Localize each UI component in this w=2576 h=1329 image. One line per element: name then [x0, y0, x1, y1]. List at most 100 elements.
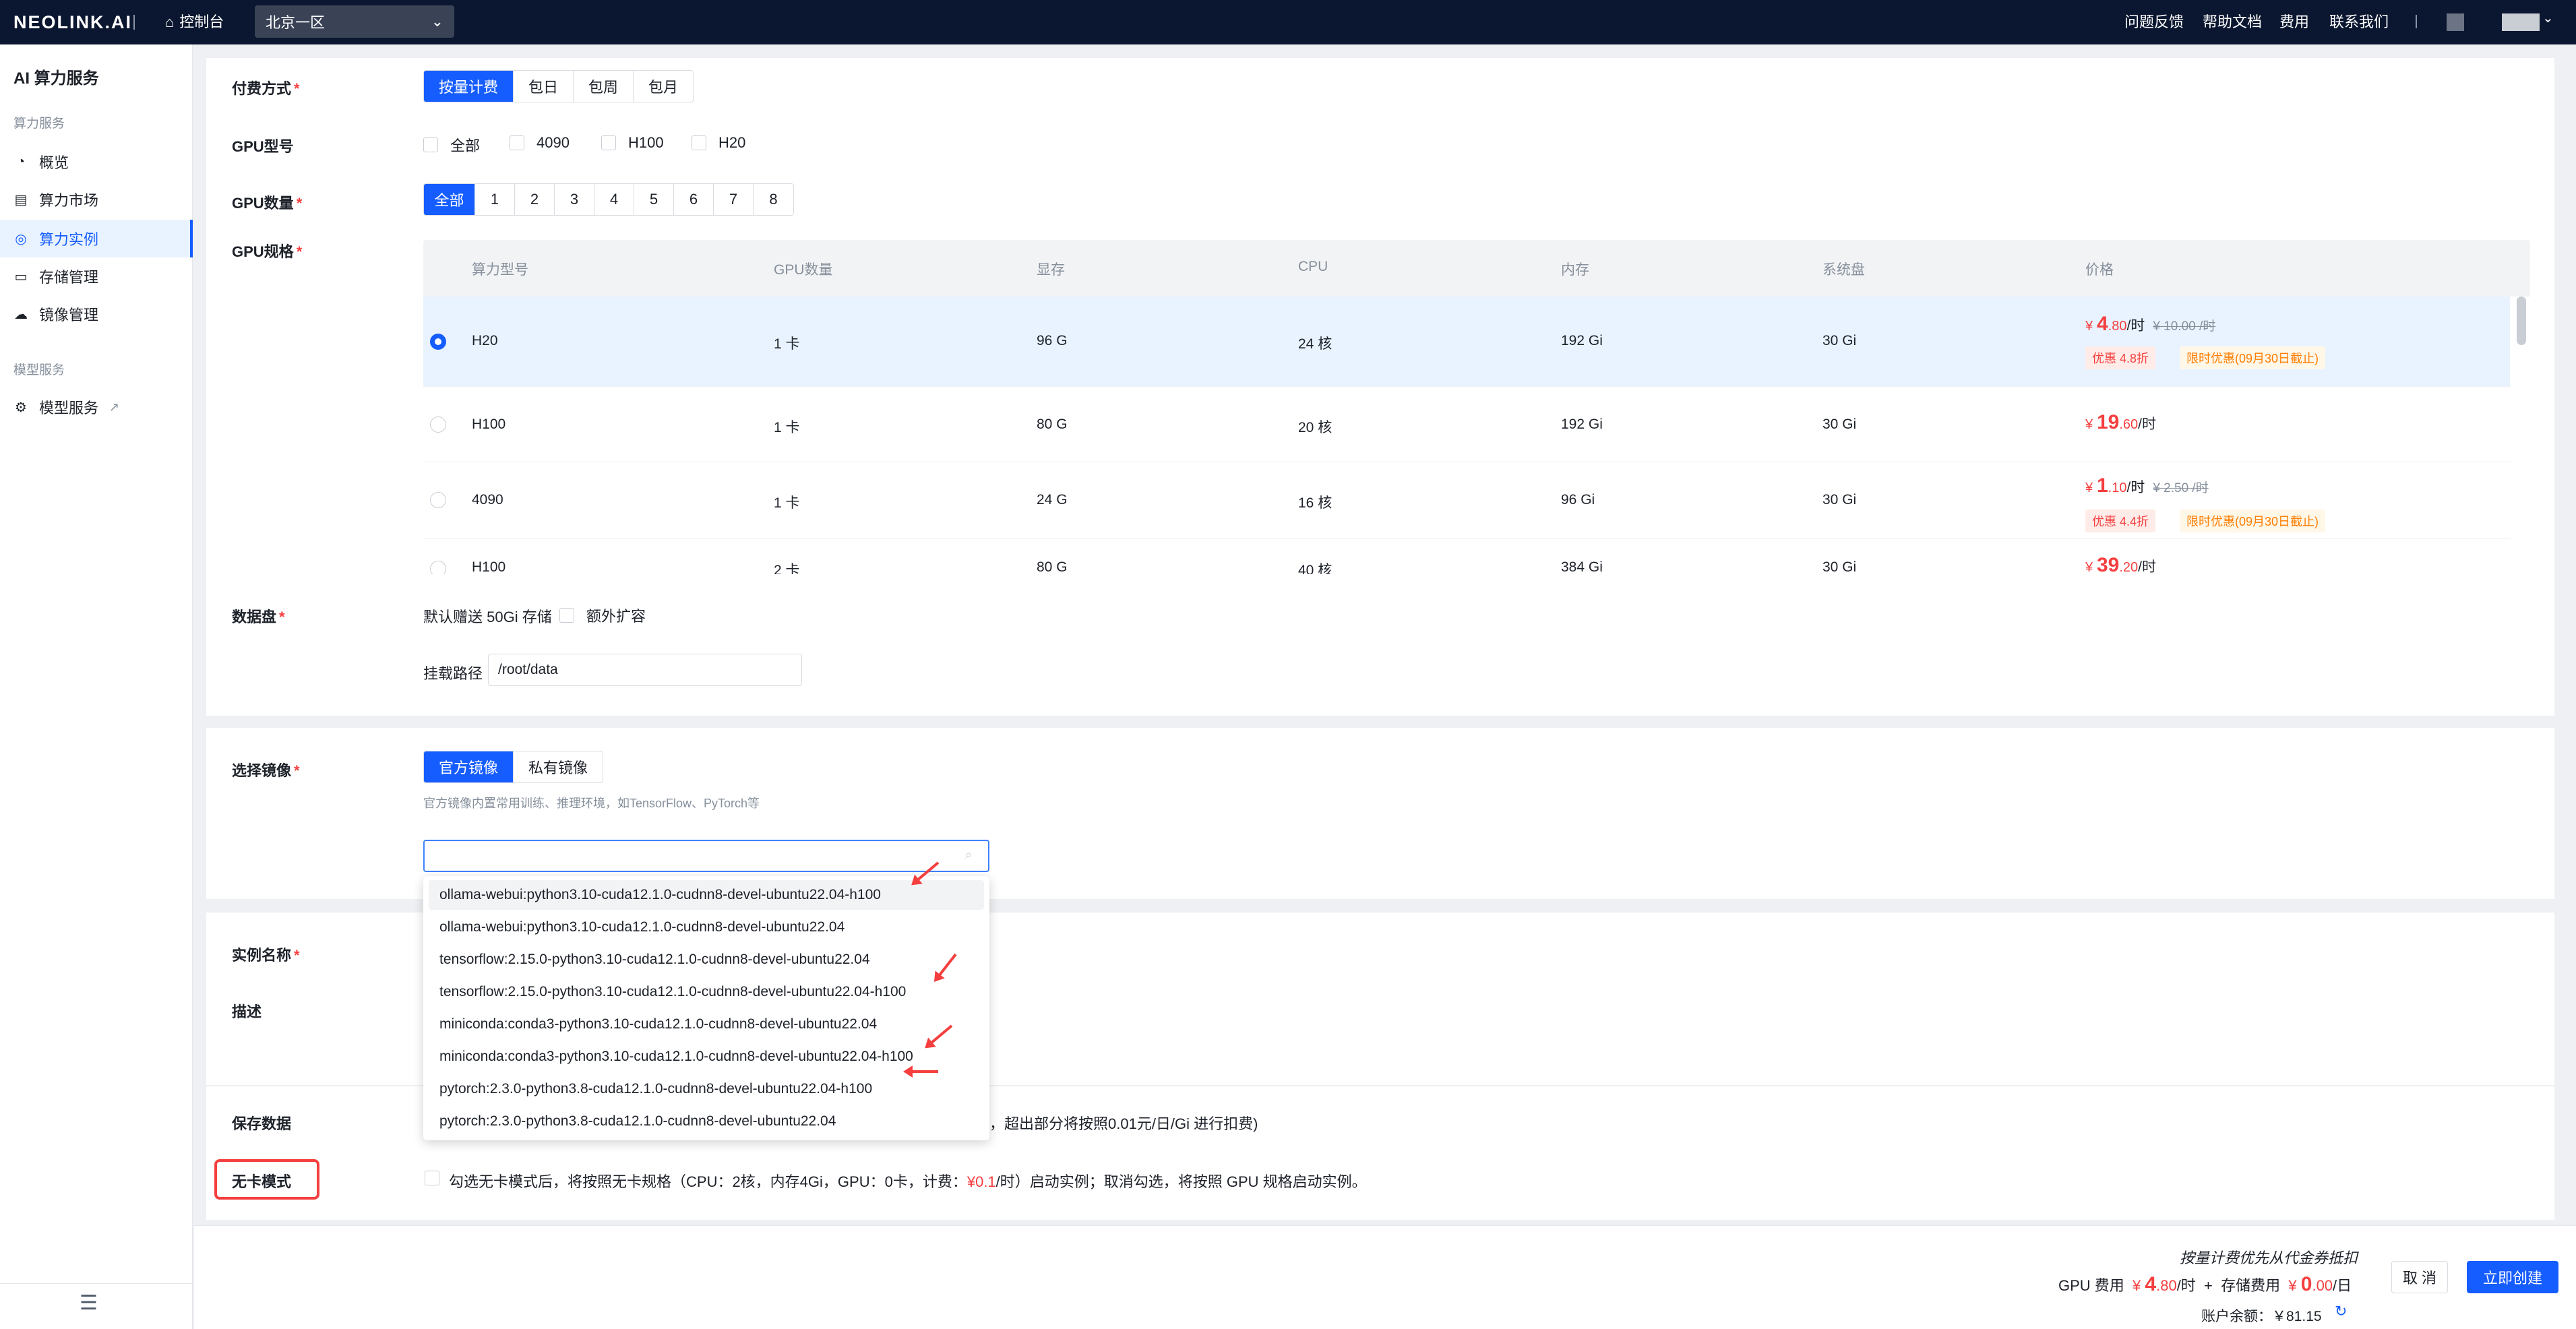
- avatar[interactable]: [2502, 13, 2540, 31]
- row-radio[interactable]: [430, 416, 446, 433]
- row-radio[interactable]: [430, 492, 446, 508]
- region-select[interactable]: 北京一区 ⌄: [255, 5, 454, 38]
- gpu-model-4090-checkbox[interactable]: 4090: [510, 134, 570, 152]
- row-radio[interactable]: [430, 334, 446, 350]
- image-option[interactable]: pytorch:2.3.0-python3.8-cuda12.1.0-cudnn…: [439, 1113, 836, 1130]
- mount-path-input[interactable]: /root/data: [488, 654, 802, 686]
- user-menu-chevron-icon[interactable]: ⌄: [2542, 9, 2554, 26]
- limited-offer-badge: 限时优惠(09月30日截止): [2180, 346, 2326, 369]
- sidebar-item-label: 算力实例: [39, 231, 99, 248]
- sidebar-group-compute: 算力服务: [13, 117, 65, 131]
- payment-option-hourly[interactable]: 按量计费: [424, 71, 514, 102]
- billing-note: 按量计费优先从代金券抵扣: [2180, 1249, 2358, 1266]
- gpu-fee-int: 4: [2145, 1273, 2157, 1295]
- image-search-input[interactable]: [423, 840, 989, 872]
- save-data-label: 保存数据: [232, 1115, 292, 1132]
- image-label: 选择镜像 *: [232, 762, 300, 779]
- contact-link[interactable]: 联系我们: [2329, 0, 2389, 44]
- sidebar: AI 算力服务 算力服务 ◔ 概览 ▤ 算力市场 ◎ 算力实例 ▭ 存储管理 ☁…: [0, 44, 193, 1329]
- logo[interactable]: NEOLINK.AI: [13, 0, 132, 44]
- gpu-count-2[interactable]: 2: [515, 184, 555, 215]
- sidebar-group-model: 模型服务: [13, 363, 65, 377]
- image-option[interactable]: pytorch:2.3.0-python3.8-cuda12.1.0-cudnn…: [439, 1081, 872, 1097]
- mount-path-label: 挂载路径: [423, 665, 483, 682]
- sidebar-item-model-service[interactable]: ⚙ 模型服务 ↗: [0, 388, 193, 426]
- create-button[interactable]: 立即创建: [2467, 1261, 2558, 1293]
- cell-count: 1 卡: [774, 495, 800, 511]
- plus-sign: +: [2204, 1277, 2213, 1294]
- data-disk-label: 数据盘 *: [232, 609, 285, 625]
- gpu-spec-table: 算力型号 GPU数量 显存 CPU 内存 系统盘 价格 H20 1 卡 96 G…: [423, 240, 2530, 574]
- sidebar-title: AI 算力服务: [13, 69, 99, 88]
- image-option[interactable]: ollama-webui:python3.10-cuda12.1.0-cudnn…: [439, 919, 845, 935]
- top-bar: NEOLINK.AI ⌂ 控制台 北京一区 ⌄ 问题反馈 帮助文档 费用 联系我…: [0, 0, 2576, 44]
- gpu-count-5[interactable]: 5: [634, 184, 674, 215]
- cancel-button[interactable]: 取 消: [2391, 1261, 2448, 1293]
- cardless-mode-checkbox[interactable]: [425, 1171, 439, 1185]
- gpu-model-all-checkbox[interactable]: 全部: [423, 134, 480, 156]
- col-vram: 显存: [1037, 262, 1065, 278]
- gpu-count-7[interactable]: 7: [714, 184, 754, 215]
- sidebar-item-instances[interactable]: ◎ 算力实例: [0, 220, 193, 257]
- sidebar-item-overview[interactable]: ◔ 概览: [0, 143, 193, 181]
- table-header: 算力型号 GPU数量 显存 CPU 内存 系统盘 价格: [423, 240, 2530, 297]
- gpu-model-h100-checkbox[interactable]: H100: [601, 134, 664, 152]
- sidebar-item-market[interactable]: ▤ 算力市场: [0, 181, 193, 218]
- external-link-icon: ↗: [109, 400, 120, 414]
- col-price: 价格: [2085, 262, 2114, 278]
- cell-vram: 80 G: [1037, 416, 1068, 432]
- gpu-spec-label: GPU规格 *: [232, 243, 303, 260]
- payment-option-daily[interactable]: 包日: [514, 71, 574, 102]
- gpu-count-1[interactable]: 1: [475, 184, 515, 215]
- gpu-count-all[interactable]: 全部: [424, 184, 475, 215]
- topbar-divider: [2416, 15, 2417, 28]
- tab-official-image[interactable]: 官方镜像: [424, 751, 514, 782]
- table-row[interactable]: H100 1 卡 80 G 20 核 192 Gi 30 Gi ¥ 19.60/…: [423, 387, 2510, 462]
- table-row[interactable]: H100 2 卡 80 G 40 核 384 Gi 30 Gi ¥ 39.20/…: [423, 539, 2510, 574]
- console-link[interactable]: ⌂ 控制台: [165, 0, 224, 44]
- tab-private-image[interactable]: 私有镜像: [514, 751, 603, 782]
- search-icon: ⌕: [965, 848, 973, 861]
- gpu-count-4[interactable]: 4: [594, 184, 634, 215]
- docs-link[interactable]: 帮助文档: [2203, 0, 2262, 44]
- gpu-fee-label: GPU 费用: [2058, 1277, 2124, 1294]
- cell-price: ¥ 19.60/时: [2085, 411, 2156, 433]
- data-disk-text: 默认赠送 50Gi 存储: [423, 609, 552, 625]
- gpu-fee-currency: ¥: [2133, 1277, 2141, 1294]
- logo-divider: [133, 15, 135, 30]
- sidebar-item-images[interactable]: ☁ 镜像管理: [0, 295, 193, 333]
- image-option[interactable]: tensorflow:2.15.0-python3.10-cuda12.1.0-…: [439, 984, 906, 1000]
- feedback-link[interactable]: 问题反馈: [2124, 0, 2184, 44]
- image-option[interactable]: miniconda:conda3-python3.10-cuda12.1.0-c…: [439, 1016, 877, 1032]
- table-row[interactable]: 4090 1 卡 24 G 16 核 96 Gi 30 Gi ¥ 1.10/时 ¥…: [423, 462, 2510, 539]
- notification-icon[interactable]: [2447, 13, 2464, 31]
- row-radio[interactable]: [430, 561, 446, 574]
- col-count: GPU数量: [774, 262, 833, 278]
- table-row[interactable]: H20 1 卡 96 G 24 核 192 Gi 30 Gi ¥ 4.80/时 ¥…: [423, 297, 2510, 387]
- cell-model: H100: [472, 416, 506, 432]
- billing-link[interactable]: 费用: [2279, 0, 2309, 44]
- image-option[interactable]: tensorflow:2.15.0-python3.10-cuda12.1.0-…: [439, 952, 870, 968]
- extra-disk-checkbox[interactable]: 额外扩容: [559, 605, 646, 626]
- sidebar-item-label: 模型服务: [39, 400, 99, 416]
- sidebar-item-storage[interactable]: ▭ 存储管理: [0, 257, 193, 295]
- cardless-highlight-box: [214, 1159, 319, 1200]
- gpu-count-6[interactable]: 6: [674, 184, 714, 215]
- fee-summary: GPU 费用 ¥ 4.80/时 + 存储费用 ¥ 0.00/日: [2058, 1273, 2352, 1296]
- cell-cpu: 24 核: [1298, 336, 1332, 352]
- image-option[interactable]: miniconda:conda3-python3.10-cuda12.1.0-c…: [439, 1049, 913, 1065]
- sidebar-item-label: 概览: [39, 154, 69, 171]
- footer-bar: 按量计费优先从代金券抵扣 GPU 费用 ¥ 4.80/时 + 存储费用 ¥ 0.…: [194, 1225, 2576, 1329]
- gpu-model-h20-checkbox[interactable]: H20: [692, 134, 745, 152]
- refresh-icon[interactable]: ↻: [2335, 1303, 2347, 1320]
- gpu-count-8[interactable]: 8: [754, 184, 793, 215]
- payment-option-monthly[interactable]: 包月: [634, 71, 694, 102]
- collapse-sidebar-icon[interactable]: ☰: [80, 1291, 98, 1315]
- gpu-count-3[interactable]: 3: [555, 184, 594, 215]
- image-option[interactable]: ollama-webui:python3.10-cuda12.1.0-cudnn…: [439, 887, 881, 903]
- payment-option-weekly[interactable]: 包周: [574, 71, 634, 102]
- storage-icon: ▭: [14, 269, 28, 284]
- sidebar-divider: [0, 1283, 193, 1284]
- table-scrollbar[interactable]: [2517, 297, 2526, 345]
- col-mem: 内存: [1561, 262, 1589, 278]
